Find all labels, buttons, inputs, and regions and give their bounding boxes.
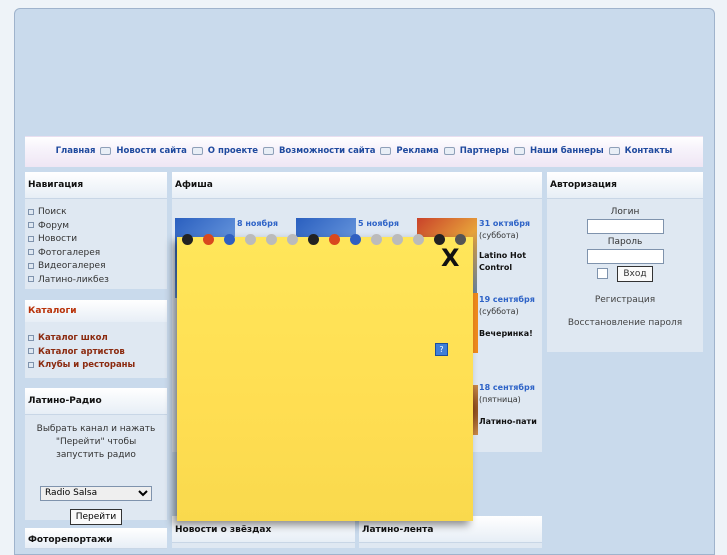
event-2[interactable]: 5 ноября: [358, 219, 399, 228]
ring-icon: [287, 234, 298, 245]
catalog-clubs[interactable]: Клубы и рестораны: [28, 359, 167, 373]
radio-panel: Латино-Радио Выбрать канал и нажать "Пер…: [25, 388, 167, 525]
nav-separator-icon: [262, 146, 274, 155]
nav-separator-icon: [513, 146, 525, 155]
nav-separator-icon: [380, 146, 392, 155]
help-icon[interactable]: ?: [435, 343, 448, 356]
event-day: (пятница): [479, 395, 521, 404]
ring-icon: [329, 234, 340, 245]
catalog-item-label: Каталог школ: [38, 333, 108, 343]
bullet-icon: [28, 334, 34, 341]
nav-item-photogallery[interactable]: Фотогалерея: [28, 247, 167, 261]
radio-instructions: Выбрать канал и нажать "Перейти" чтобы з…: [36, 424, 156, 460]
nav-item-label: Видеогалерея: [38, 261, 106, 271]
nav-item-label: Форум: [38, 220, 70, 231]
nav-item-search[interactable]: Поиск: [28, 206, 167, 220]
bullet-icon: [28, 222, 34, 228]
nav-item-videogallery[interactable]: Видеогалерея: [28, 260, 167, 274]
ring-icon: [308, 234, 319, 245]
register-link[interactable]: Регистрация: [547, 295, 703, 305]
bullet-icon: [28, 208, 34, 215]
catalog-item-label: Каталог артистов: [38, 346, 125, 357]
ring-icon: [266, 234, 277, 245]
nav-home[interactable]: Главная: [56, 146, 96, 156]
event-date: 8 ноября: [237, 219, 278, 228]
bullet-icon: [28, 262, 34, 269]
catalogs-title: Каталоги: [25, 300, 167, 322]
password-label: Пароль: [607, 237, 643, 247]
photoreports-panel: Фоторепортажи: [25, 528, 167, 549]
nav-item-label: Поиск: [38, 207, 67, 217]
remember-checkbox[interactable]: [597, 268, 609, 279]
navigation-title: Навигация: [25, 172, 167, 199]
restore-password-link[interactable]: Восстановление пароля: [547, 318, 703, 328]
event-date: 18 сентября: [479, 383, 535, 392]
event-date: 19 сентября: [479, 295, 535, 304]
login-button[interactable]: Вход: [617, 266, 653, 282]
nav-item-label: Фотогалерея: [38, 247, 101, 258]
nav-separator-icon: [608, 146, 620, 155]
nav-features[interactable]: Возможности сайта: [279, 146, 376, 156]
radio-go-button[interactable]: Перейти: [69, 508, 123, 525]
catalog-artists[interactable]: Каталог артистов: [28, 346, 167, 360]
nav-item-news[interactable]: Новости: [28, 233, 167, 247]
nav-partners[interactable]: Партнеры: [460, 146, 509, 156]
login-input[interactable]: [586, 219, 664, 234]
auth-title: Авторизация: [547, 172, 703, 199]
event-5[interactable]: 18 сентября (пятница) Латино-пати: [479, 383, 539, 426]
event-date: 31 октября: [479, 219, 531, 228]
catalog-item-label: Клубы и рестораны: [38, 360, 136, 370]
ring-icon: [350, 234, 361, 245]
nav-item-latino-likbez[interactable]: Латино-ликбез: [28, 274, 167, 288]
sticky-note-popup: [177, 237, 473, 521]
close-icon[interactable]: X: [441, 246, 460, 270]
nav-banners[interactable]: Наши баннеры: [530, 146, 604, 156]
nav-about[interactable]: О проекте: [208, 146, 258, 156]
ring-icon: [203, 234, 214, 245]
event-4[interactable]: 19 сентября (суббота) Вечеринка!: [479, 295, 539, 338]
ring-icon: [392, 234, 403, 245]
nav-separator-icon: [191, 146, 203, 155]
event-day: (суббота): [479, 231, 519, 240]
nav-item-label: Новости: [38, 234, 78, 244]
nav-separator-icon: [443, 146, 455, 155]
bullet-icon: [28, 361, 34, 368]
ring-icon: [371, 234, 382, 245]
afisha-title: Афиша: [172, 172, 542, 199]
event-1[interactable]: 8 ноября: [237, 219, 278, 228]
ring-icon: [224, 234, 235, 245]
nav-contacts[interactable]: Контакты: [625, 146, 673, 156]
nav-site-news[interactable]: Новости сайта: [116, 146, 186, 156]
nav-item-forum[interactable]: Форум: [28, 220, 167, 234]
nav-ads[interactable]: Реклама: [396, 146, 438, 156]
ring-icon: [182, 234, 193, 245]
login-label: Логин: [610, 207, 640, 217]
bullet-icon: [28, 348, 34, 354]
event-date: 5 ноября: [358, 219, 399, 228]
event-name: Вечеринка!: [479, 329, 533, 338]
nav-item-label: Латино-ликбез: [38, 274, 109, 285]
radio-channel-select[interactable]: Radio Salsa: [40, 485, 152, 501]
catalog-schools[interactable]: Каталог школ: [28, 332, 167, 346]
photoreports-title: Фоторепортажи: [25, 528, 167, 549]
catalogs-panel: Каталоги Каталог школ Каталог артистов К…: [25, 300, 167, 378]
event-name: Латино-пати: [479, 417, 537, 426]
auth-panel: Авторизация Логин Пароль Вход Регистраци…: [547, 172, 703, 352]
ring-icon: [413, 234, 424, 245]
bullet-icon: [28, 249, 34, 255]
event-3[interactable]: 31 октября (суббота) Latino Hot Control: [479, 219, 539, 274]
bullet-icon: [28, 276, 34, 282]
event-name: Latino Hot Control: [479, 251, 527, 272]
radio-title: Латино-Радио: [25, 388, 167, 415]
ring-icon: [245, 234, 256, 245]
navigation-panel: Навигация Поиск Форум Новости Фотогалере…: [25, 172, 167, 289]
event-day: (суббота): [479, 307, 519, 316]
nav-separator-icon: [100, 146, 112, 155]
bullet-icon: [28, 235, 34, 242]
password-input[interactable]: [586, 249, 664, 264]
top-navigation: Главная Новости сайта О проекте Возможно…: [25, 136, 703, 167]
